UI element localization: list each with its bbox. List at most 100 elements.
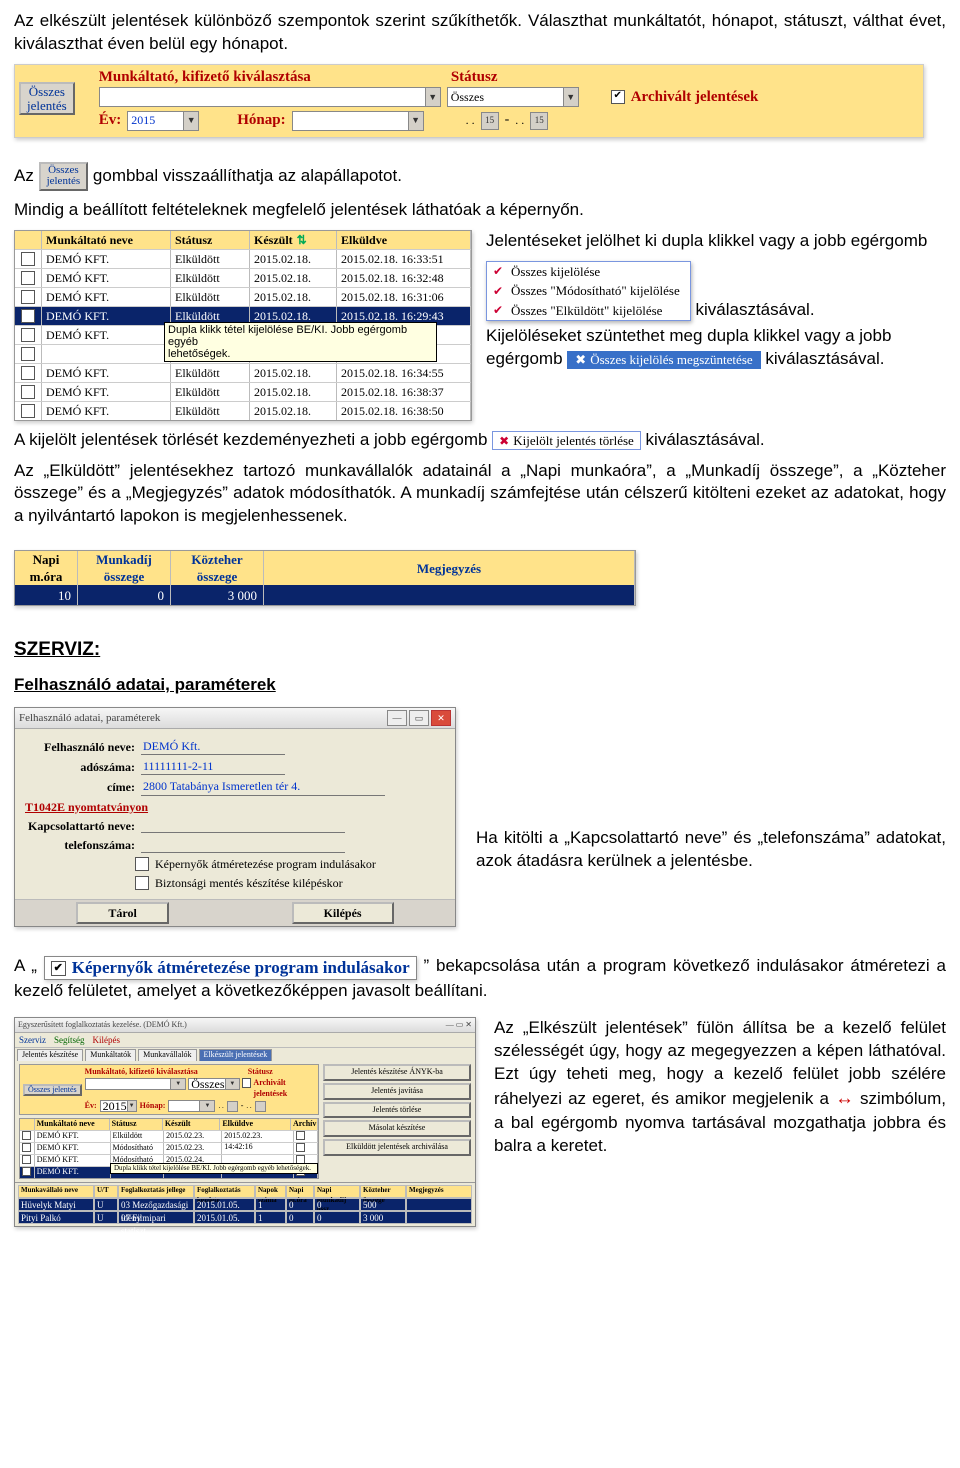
all-reports-button-inline[interactable]: Összesjelentés <box>39 162 89 191</box>
mini-btm-row[interactable]: Pityi PalkóU07 Filmipari statiszt2015.01… <box>18 1211 472 1224</box>
col-header-keszult[interactable]: Készült ⇅ <box>250 231 337 249</box>
employer-dropdown[interactable]: ▼ <box>99 87 441 107</box>
mini-h-name[interactable]: Munkáltató neve <box>35 1119 110 1130</box>
val-username[interactable]: DEMÓ Kft. <box>141 738 285 755</box>
row-checkbox[interactable] <box>21 252 35 266</box>
table-row[interactable]: DEMÓ KFT.Elküldött2015.02.18.2015.02.18.… <box>15 268 471 287</box>
mini-date-2[interactable] <box>255 1101 266 1112</box>
table-row[interactable]: DEMÓ KFT.Elküldött2015.02.18.2015.02.18.… <box>15 363 471 382</box>
val-contact-name[interactable] <box>141 818 345 833</box>
date-from-picker[interactable]: 15 <box>481 112 499 130</box>
mini-btm-col[interactable]: Napok száma <box>255 1185 286 1198</box>
v-kozteher[interactable]: 3 000 <box>171 585 264 605</box>
table-row[interactable]: DEMÓ KFT.Elküldött2015.02.18.2015.02.18.… <box>15 249 471 268</box>
row-checkbox[interactable] <box>21 385 35 399</box>
t1042e-link[interactable]: T1042E nyomtatványon <box>25 799 148 815</box>
mini-arch-cell[interactable] <box>296 1131 305 1140</box>
row-checkbox[interactable] <box>21 271 35 285</box>
year-dropdown[interactable]: 2015▼ <box>127 111 199 131</box>
mini-arch-chk[interactable] <box>242 1078 251 1088</box>
mini-side-button[interactable]: Másolat készítése <box>323 1120 471 1137</box>
clear-all-selections-badge[interactable]: ✖Összes kijelölés megszüntetése <box>567 351 760 369</box>
row-checkbox[interactable] <box>21 366 35 380</box>
save-button[interactable]: Tárol <box>76 902 168 924</box>
tab-3[interactable]: Munkavállalók <box>138 1049 196 1061</box>
mini-month-dd[interactable]: ▼ <box>168 1100 215 1112</box>
ctx-item-sent[interactable]: Összes "Elküldött" kijelölése <box>511 302 662 320</box>
col-header-name[interactable]: Munkáltató neve <box>42 231 171 249</box>
mini-btm-col[interactable]: Munkavállaló neve <box>18 1185 94 1198</box>
status-dropdown[interactable]: Összes▼ <box>447 87 579 107</box>
mini-row-chk[interactable] <box>22 1155 31 1164</box>
row-checkbox[interactable] <box>21 347 35 361</box>
mini-btm-col[interactable]: Megjegyzés <box>406 1185 472 1198</box>
col-header-elkuldve[interactable]: Elküldve <box>337 231 471 249</box>
mini-row-chk[interactable] <box>22 1143 31 1152</box>
tab-4[interactable]: Elkészült jelentések <box>199 1049 273 1061</box>
mini-row-chk[interactable] <box>22 1131 31 1140</box>
mini-side-button[interactable]: Jelentés készítése ÁNYK-ba <box>323 1064 471 1081</box>
tab-1[interactable]: Jelentés készítése <box>17 1049 83 1061</box>
mini-btm-col[interactable]: Közteher összege <box>360 1185 406 1198</box>
table-row[interactable]: DEMÓ KFT.Elküldött2015.02.18.2015.02.18.… <box>15 287 471 306</box>
mini-side-button[interactable]: Jelentés javítása <box>323 1083 471 1100</box>
mini-btm-col[interactable]: Foglalkoztatás kezdete <box>194 1185 255 1198</box>
mini-arch-cell[interactable] <box>296 1143 305 1152</box>
mini-min-icon[interactable]: — <box>446 1020 454 1029</box>
mini-side-button[interactable]: Jelentés törlése <box>323 1102 471 1119</box>
v-napi-mora[interactable]: 10 <box>15 585 78 605</box>
val-contact-tel[interactable] <box>141 838 345 853</box>
menu-segitseg[interactable]: Segítség <box>54 1034 85 1046</box>
row-checkbox[interactable]: ✔ <box>21 309 35 323</box>
v-megjegyzes[interactable] <box>264 585 635 605</box>
v-munkadij[interactable]: 0 <box>78 585 171 605</box>
row-checkbox[interactable] <box>21 328 35 342</box>
table-row[interactable]: DEMÓ KFT.Elküldött2015.02.18.2015.02.18.… <box>15 382 471 401</box>
exit-button[interactable]: Kilépés <box>292 902 394 924</box>
mini-emp-dd[interactable]: ▼ <box>85 1078 187 1090</box>
mini-year-dd[interactable]: 2015▼ <box>100 1100 137 1112</box>
mini-h-arch[interactable]: Archív <box>291 1119 318 1130</box>
col-header-status[interactable]: Státusz <box>171 231 250 249</box>
mini-side-button[interactable]: Elküldött jelentések archiválása <box>323 1139 471 1156</box>
h-napi-mora[interactable]: Napi m.óra <box>15 551 78 585</box>
all-reports-button[interactable]: Összes jelentés <box>19 82 75 115</box>
row-checkbox[interactable] <box>21 404 35 418</box>
backup-on-exit-checkbox[interactable] <box>135 876 149 890</box>
minimize-icon[interactable]: — <box>387 710 407 726</box>
delete-selected-badge[interactable]: ✖Kijelölt jelentés törlése <box>492 431 641 451</box>
resize-checkbox-inline[interactable]: ✔ Képernyők átméretezése program indulás… <box>44 956 417 980</box>
mini-max-icon[interactable]: ▭ <box>456 1020 464 1029</box>
mini-h-stat[interactable]: Státusz <box>110 1119 163 1130</box>
tab-2[interactable]: Munkáltatók <box>85 1049 136 1061</box>
mini-btm-row[interactable]: Hüvelyk MatyiU03 Mezőgazdasági idény2015… <box>18 1198 472 1211</box>
row-checkbox[interactable] <box>21 290 35 304</box>
resize-checkbox-box[interactable]: ✔ <box>51 961 66 976</box>
mini-h-kesz[interactable]: Készült <box>163 1119 221 1130</box>
resize-on-start-checkbox[interactable] <box>135 857 149 871</box>
mini-btm-col[interactable]: Napi m.óra <box>286 1185 314 1198</box>
h-kozteher[interactable]: Közteher összege <box>171 551 264 585</box>
mini-close-icon[interactable]: ✕ <box>465 1020 472 1029</box>
mini-btm-col[interactable]: Napi munkadíj össz. <box>314 1185 360 1198</box>
val-address[interactable]: 2800 Tatabánya Ismeretlen tér 4. <box>141 778 385 795</box>
menu-kilepes[interactable]: Kilépés <box>93 1034 121 1046</box>
ctx-item-all[interactable]: Összes kijelölése <box>511 263 600 281</box>
mini-btm-col[interactable]: Foglalkoztatás jellege <box>118 1185 194 1198</box>
mini-stat-dd[interactable]: Összes▼ <box>188 1078 240 1090</box>
val-taxnum[interactable]: 11111111-2-11 <box>141 758 285 775</box>
archived-checkbox[interactable]: ✔ <box>611 90 625 104</box>
table-row[interactable]: DEMÓ KFT.Elküldött2015.02.18.2015.02.18.… <box>15 401 471 420</box>
date-to-picker[interactable]: 15 <box>530 112 548 130</box>
close-icon[interactable]: ✕ <box>431 710 451 726</box>
h-munkadij[interactable]: Munkadíj összege <box>78 551 171 585</box>
mini-row-chk[interactable] <box>22 1167 31 1176</box>
ctx-item-mod[interactable]: Összes "Módosítható" kijelölése <box>511 282 680 300</box>
h-megjegyzes[interactable]: Megjegyzés <box>264 551 635 585</box>
mini-all-button[interactable]: Összes jelentés <box>23 1084 82 1096</box>
month-dropdown[interactable]: ▼ <box>292 111 424 131</box>
mini-date-1[interactable] <box>227 1101 238 1112</box>
mini-table-row[interactable]: DEMÓ KFT.Elküldött2015.02.23.2015.02.23.… <box>20 1130 318 1142</box>
mini-h-elk[interactable]: Elküldve <box>220 1119 291 1130</box>
mini-btm-col[interactable]: U/T <box>94 1185 118 1198</box>
